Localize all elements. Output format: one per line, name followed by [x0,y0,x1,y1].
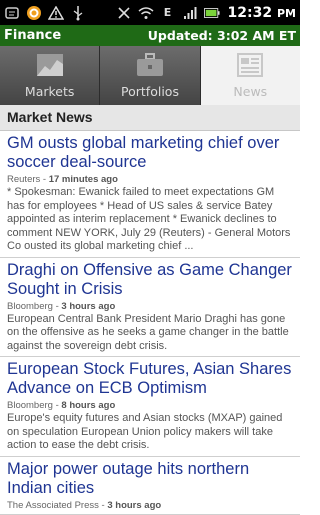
chart-icon [35,52,65,78]
news-title[interactable]: Draghi on Offensive as Game Changer Soug… [7,261,294,299]
news-meta: Bloomberg - 3 hours ago [7,300,116,312]
briefcase-icon [135,52,165,78]
news-source: Reuters [7,174,41,185]
battery-icon [203,5,220,21]
wifi-icon [138,5,154,21]
notification-icon [4,5,20,21]
tab-markets[interactable]: Markets [0,46,101,105]
news-age: 8 hours ago [61,400,116,411]
news-item[interactable]: European Stock Futures, Asian Shares Adv… [0,357,300,457]
warning-icon [48,5,64,21]
app-title: Finance [4,28,62,43]
news-title[interactable]: GM ousts global marketing chief over soc… [7,134,294,172]
tab-news[interactable]: News [200,46,300,105]
edge-icon: E [163,6,172,19]
signal-icon [182,5,198,21]
vibrate-off-icon [116,5,132,21]
news-meta: The Associated Press - 3 hours ago [7,499,162,511]
tab-label: News [233,84,268,99]
app-title-bar: Finance Updated: 3:02 AM ET [0,25,300,46]
news-summary: Europe's equity futures and Asian stocks… [7,412,283,451]
tab-label: Markets [24,84,75,99]
news-item[interactable]: Major power outage hits northern Indian … [0,456,300,515]
news-age: 17 minutes ago [48,174,118,185]
news-source: Bloomberg [7,300,53,312]
updated-timestamp: Updated: 3:02 AM ET [147,28,296,43]
news-summary: European Central Bank President Mario Dr… [7,312,289,352]
circle-app-icon [26,5,42,21]
usb-icon [70,5,86,21]
status-bar: E 12:32 PM [0,0,300,25]
tab-label: Portfolios [121,84,179,99]
tab-portfolios[interactable]: Portfolios [100,46,201,105]
news-item[interactable]: GM ousts global marketing chief over soc… [0,131,300,258]
news-meta: Reuters - 17 minutes ago [7,174,118,185]
tab-bar: Markets Portfolios News [0,46,300,105]
news-summary: * Spokesman: Ewanick failed to meet expe… [7,186,291,252]
section-header: Market News [0,105,300,131]
news-item[interactable]: Draghi on Offensive as Game Changer Soug… [0,257,300,357]
news-title[interactable]: European Stock Futures, Asian Shares Adv… [7,360,294,398]
news-age: 3 hours ago [61,300,116,312]
newspaper-icon [235,52,265,78]
clock: 12:32 PM [227,4,296,21]
news-source: The Associated Press [7,499,99,511]
news-title[interactable]: Major power outage hits northern Indian … [7,460,294,498]
news-age: 3 hours ago [107,499,162,511]
news-list: GM ousts global marketing chief over soc… [0,131,300,515]
news-meta: Bloomberg - 8 hours ago [7,400,116,411]
news-source: Bloomberg [7,400,53,411]
